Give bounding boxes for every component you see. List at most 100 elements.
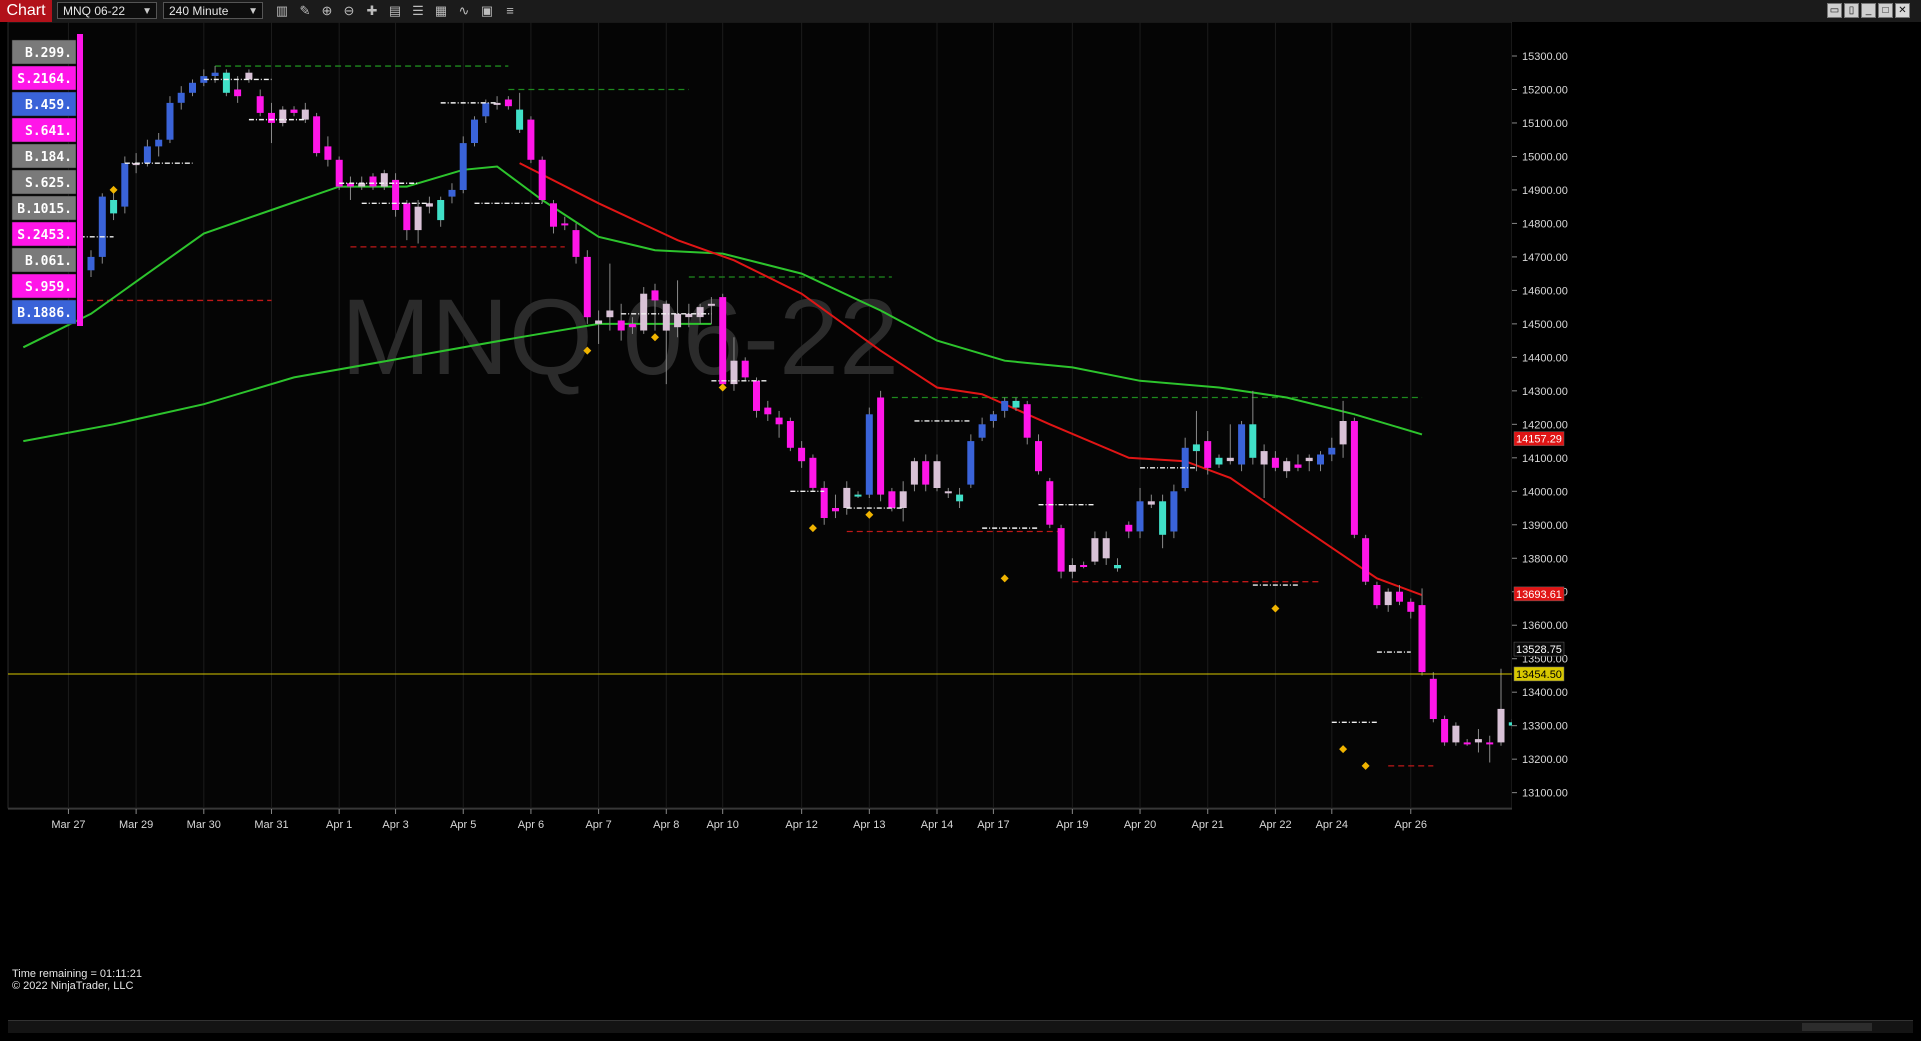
time-remaining: Time remaining = 01:11:21 [12, 968, 142, 980]
candle [313, 112, 321, 157]
candle-body [1001, 400, 1009, 411]
candle-body [944, 491, 952, 494]
y-tick-label: 14900.00 [1522, 185, 1568, 197]
candle-body [1035, 441, 1042, 472]
interval-selector[interactable]: 240 Minute ▼ [163, 2, 263, 19]
app-title[interactable]: Chart [0, 0, 52, 22]
draw-icon[interactable]: ✎ [297, 3, 313, 19]
templates-icon[interactable]: ▣ [479, 3, 495, 19]
candle-body [1497, 708, 1505, 743]
horizontal-scrollbar[interactable] [8, 1020, 1913, 1033]
crosshair-icon[interactable]: ✚ [364, 3, 380, 19]
y-tick-label: 13100.00 [1522, 788, 1568, 800]
candle [786, 417, 794, 452]
candle-body [1102, 538, 1110, 559]
candle-body [854, 494, 862, 497]
candle-body [313, 116, 321, 154]
candle-body [155, 139, 163, 147]
candle-body [1204, 441, 1212, 468]
candle-body [775, 417, 783, 425]
candle-body [617, 320, 625, 331]
candle [1452, 722, 1460, 746]
candle-body [1396, 591, 1403, 602]
candle-body [369, 176, 377, 187]
candle-body [1350, 421, 1358, 535]
x-tick-label: Apr 12 [785, 819, 817, 831]
candle-body [256, 96, 264, 113]
order-flow-label-text: B.459. [25, 98, 72, 113]
candle [459, 136, 467, 194]
candle [1238, 420, 1246, 472]
watermark: MNQ 06-22 [341, 276, 899, 397]
candle-body [1463, 742, 1471, 745]
window-tile-icon[interactable]: ▭ [1827, 3, 1842, 18]
candle-body [1249, 424, 1257, 458]
order-flow-side-bar [77, 34, 83, 326]
order-flow-label: B.061. [11, 247, 77, 273]
order-flow-label: B.459. [11, 91, 77, 117]
y-tick-label: 13600.00 [1522, 620, 1568, 632]
y-tick-label: 13900.00 [1522, 520, 1568, 532]
candle-body [561, 223, 569, 226]
candle-body [989, 414, 997, 421]
minimize-icon[interactable]: _ [1861, 3, 1876, 18]
x-tick-label: Apr 26 [1395, 819, 1427, 831]
list-icon[interactable]: ≡ [502, 3, 518, 19]
candle-body [1147, 501, 1155, 505]
candle-body [380, 173, 388, 187]
candle [583, 250, 591, 324]
close-icon[interactable]: ✕ [1895, 3, 1910, 18]
zoom-in-icon[interactable]: ⊕ [319, 3, 335, 19]
indicators-icon[interactable]: ∿ [456, 3, 472, 19]
candle-body [87, 256, 95, 271]
order-flow-label-text: B.1886. [17, 306, 72, 321]
candle-body [189, 82, 196, 93]
candle-body [1429, 678, 1437, 719]
scrollbar-thumb[interactable] [1802, 1023, 1872, 1031]
candle [719, 293, 727, 391]
candle-body [865, 414, 873, 495]
order-flow-label-text: S.625. [25, 176, 72, 191]
y-tick-label: 13200.00 [1522, 754, 1568, 766]
order-flow-label-text: B.299. [25, 46, 72, 61]
properties-icon[interactable]: ▤ [387, 3, 403, 19]
candle-body [414, 206, 422, 231]
x-tick-label: Apr 5 [450, 819, 476, 831]
y-tick-label: 14200.00 [1522, 419, 1568, 431]
candle-body [674, 313, 682, 328]
candle [1441, 715, 1449, 746]
bar-type-icon[interactable]: ▥ [274, 3, 290, 19]
candle [865, 407, 873, 498]
candle-body [482, 102, 490, 117]
x-tick-label: Apr 13 [853, 819, 885, 831]
x-tick-label: Apr 19 [1056, 819, 1088, 831]
candle-body [764, 407, 772, 415]
x-tick-label: Mar 29 [119, 819, 153, 831]
maximize-icon[interactable]: □ [1878, 3, 1893, 18]
data-box-icon[interactable]: ☰ [410, 3, 426, 19]
order-flow-label-text: S.2453. [17, 228, 72, 243]
candle-body [290, 109, 298, 113]
y-tick-label: 15000.00 [1522, 151, 1568, 163]
price-chart[interactable]: MNQ 06-22 15300.00 15200.00 15100.00 15000.… [0, 22, 1921, 1020]
candle-body [222, 72, 230, 93]
candle-body [606, 310, 614, 318]
window-group-icon[interactable]: ▯ [1844, 3, 1859, 18]
x-tick-label: Mar 27 [51, 819, 85, 831]
candle [967, 434, 975, 488]
zoom-out-icon[interactable]: ⊖ [341, 3, 357, 19]
y-tick-label: 15300.00 [1522, 51, 1568, 63]
candle-body [899, 491, 907, 508]
candle-body [437, 200, 445, 221]
strategies-icon[interactable]: ▦ [433, 3, 449, 19]
candle-body [550, 203, 557, 227]
candle-body [1317, 454, 1324, 465]
candle-body [1226, 457, 1234, 462]
candle-body [1170, 491, 1178, 532]
instrument-selector[interactable]: MNQ 06-22 ▼ [57, 2, 157, 19]
candle-body [1091, 538, 1099, 562]
candle-body [279, 109, 287, 123]
order-flow-label: B.299. [11, 39, 77, 65]
candle-body [403, 203, 411, 231]
order-flow-label: S.641. [11, 117, 77, 143]
